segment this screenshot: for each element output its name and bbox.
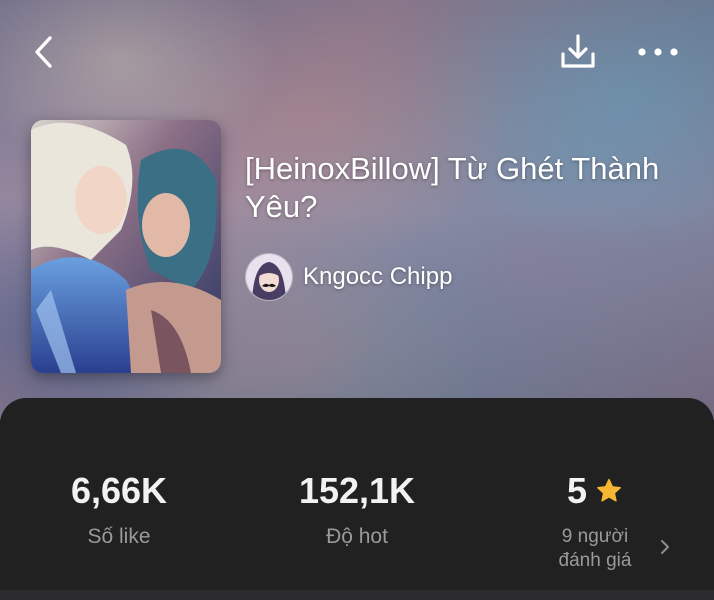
rating-count-line1: 9 người bbox=[561, 526, 629, 547]
download-icon bbox=[561, 34, 595, 68]
back-button[interactable] bbox=[22, 30, 66, 74]
bottom-divider bbox=[0, 590, 714, 600]
author-name: Kngocc Chipp bbox=[303, 263, 453, 290]
cover-artwork bbox=[31, 120, 221, 373]
rating-value: 5 bbox=[566, 470, 588, 511]
hot-count: 152,1K bbox=[298, 470, 416, 511]
more-options-button[interactable] bbox=[636, 30, 680, 74]
author-profile-link[interactable]: Kngocc Chipp bbox=[245, 253, 452, 301]
stats-panel: 6,66K Số like 152,1K Độ hot 5 9 người đá… bbox=[0, 398, 714, 600]
rating-value-row: 5 bbox=[476, 470, 714, 512]
hot-label: Độ hot bbox=[326, 525, 388, 548]
more-horizontal-icon bbox=[638, 48, 678, 56]
rating-count-label: 9 người đánh giá bbox=[476, 525, 714, 573]
star-icon bbox=[595, 477, 623, 505]
chevron-right-icon[interactable] bbox=[657, 537, 673, 557]
likes-label: Số like bbox=[87, 525, 151, 548]
rating-count-line2: đánh giá bbox=[558, 550, 632, 571]
story-cover-image[interactable] bbox=[31, 120, 221, 373]
likes-count: 6,66K bbox=[70, 470, 168, 511]
avatar bbox=[245, 253, 293, 301]
download-button[interactable] bbox=[556, 30, 600, 74]
chevron-left-icon bbox=[35, 36, 52, 68]
story-title: [HeinoxBillow] Từ Ghét Thành Yêu? bbox=[245, 151, 660, 224]
